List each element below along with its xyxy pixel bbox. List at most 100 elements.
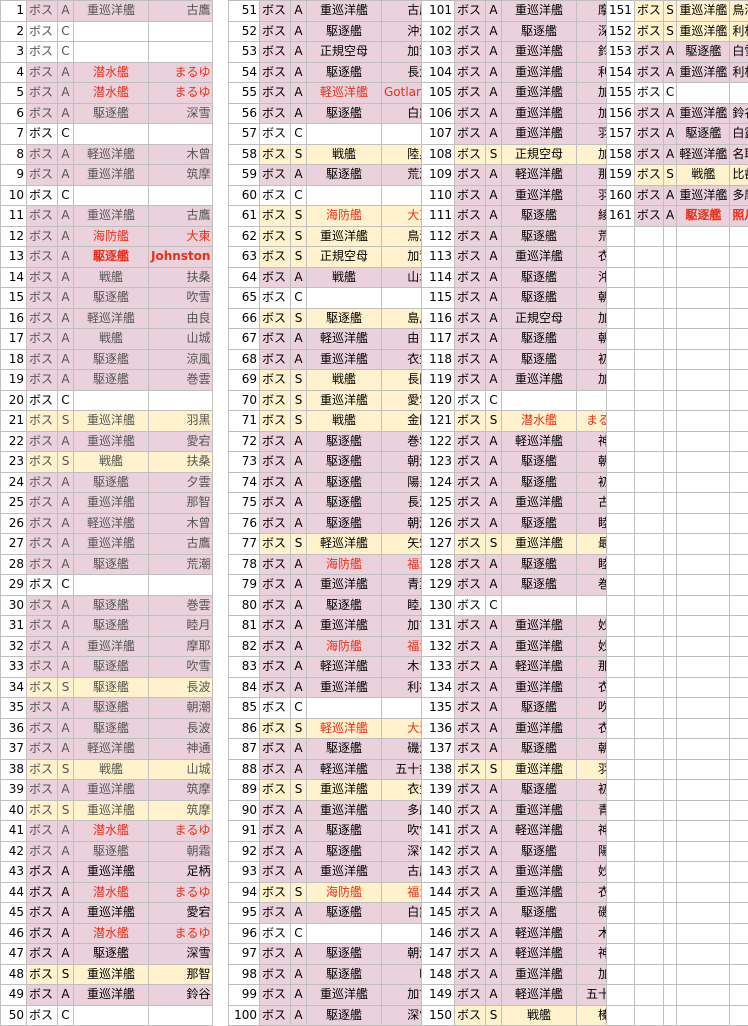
boss-cell: ボス (455, 226, 486, 247)
ship-name-cell (149, 42, 213, 63)
ship-type-cell: 駆逐艦 (74, 657, 149, 678)
rank-cell: A (58, 616, 74, 637)
table-row (607, 370, 748, 391)
empty-cell (677, 411, 730, 432)
boss-cell: ボス (634, 144, 663, 165)
empty-cell (634, 800, 663, 821)
empty-cell (607, 267, 635, 288)
rank-cell: A (58, 595, 74, 616)
empty-cell (634, 349, 663, 370)
boss-cell: ボス (27, 636, 58, 657)
table-row: 139ボスA駆逐艦初春 (422, 780, 625, 801)
table-row: 101ボスA重巡洋艦摩耶 (422, 1, 625, 22)
rank-cell: C (58, 185, 74, 206)
table-row: 57ボスC (229, 124, 434, 145)
boss-cell: ボス (27, 21, 58, 42)
row-number: 46 (1, 923, 27, 944)
boss-cell: ボス (260, 411, 291, 432)
row-number: 156 (607, 103, 635, 124)
boss-cell: ボス (27, 575, 58, 596)
table-row: 150ボスS戦艦榛名 (422, 1005, 625, 1026)
table-row: 12ボスA海防艦大東 (1, 226, 213, 247)
boss-cell: ボス (260, 226, 291, 247)
rank-cell: A (58, 718, 74, 739)
ship-type-cell: 駆逐艦 (307, 308, 382, 329)
rank-cell: A (486, 554, 502, 575)
rank-cell: A (58, 698, 74, 719)
ship-type-cell: 重巡洋艦 (307, 780, 382, 801)
table-row: 50ボスC (1, 1005, 213, 1026)
empty-cell (634, 657, 663, 678)
ship-type-cell: 重巡洋艦 (307, 1, 382, 22)
rank-cell: A (291, 349, 307, 370)
row-number: 35 (1, 698, 27, 719)
table-row: 6ボスA駆逐艦深雪 (1, 103, 213, 124)
row-number: 11 (1, 206, 27, 227)
empty-cell (677, 370, 730, 391)
boss-cell: ボス (455, 308, 486, 329)
rank-cell: S (291, 206, 307, 227)
row-number: 5 (1, 83, 27, 104)
row-number: 150 (422, 1005, 455, 1026)
table-row: 58ボスS戦艦陸奥 (229, 144, 434, 165)
ship-type-cell: 駆逐艦 (502, 349, 577, 370)
empty-cell (730, 226, 748, 247)
ship-type-cell (74, 185, 149, 206)
rank-cell: A (291, 800, 307, 821)
boss-cell: ボス (455, 1005, 486, 1026)
empty-cell (730, 718, 748, 739)
boss-cell: ボス (260, 165, 291, 186)
table-row: 116ボスA正規空母加賀 (422, 308, 625, 329)
row-number: 151 (607, 1, 635, 22)
ship-type-cell: 戦艦 (307, 144, 382, 165)
empty-cell (663, 944, 676, 965)
table-row (607, 575, 748, 596)
empty-cell (607, 677, 635, 698)
ship-type-cell: 重巡洋艦 (502, 964, 577, 985)
table-row (607, 513, 748, 534)
empty-cell (677, 821, 730, 842)
table-row: 141ボスA軽巡洋艦神通 (422, 821, 625, 842)
boss-cell: ボス (27, 1005, 58, 1026)
empty-cell (730, 759, 748, 780)
ship-type-cell: 重巡洋艦 (502, 247, 577, 268)
empty-cell (730, 431, 748, 452)
row-number: 50 (1, 1005, 27, 1026)
boss-cell: ボス (27, 841, 58, 862)
empty-cell (634, 308, 663, 329)
rank-cell: A (58, 821, 74, 842)
boss-cell: ボス (260, 103, 291, 124)
table-row: 26ボスA軽巡洋艦木曾 (1, 513, 213, 534)
ship-type-cell: 重巡洋艦 (74, 411, 149, 432)
ship-type-cell (74, 21, 149, 42)
empty-cell (663, 698, 676, 719)
row-number: 95 (229, 903, 260, 924)
row-number: 67 (229, 329, 260, 350)
spreadsheet: 1ボスA重巡洋艦古鷹2ボスC3ボスC4ボスA潜水艦まるゆ5ボスA潜水艦まるゆ6ボ… (0, 0, 748, 1024)
table-row: 65ボスC (229, 288, 434, 309)
ship-type-cell: 重巡洋艦 (307, 616, 382, 637)
row-number: 137 (422, 739, 455, 760)
rank-cell: A (291, 267, 307, 288)
empty-cell (677, 923, 730, 944)
boss-cell: ボス (27, 595, 58, 616)
row-number: 6 (1, 103, 27, 124)
ship-type-cell: 海防艦 (307, 882, 382, 903)
empty-cell (607, 636, 635, 657)
ship-name-cell: 足柄 (149, 862, 213, 883)
table-row (607, 821, 748, 842)
ship-type-cell: 重巡洋艦 (677, 185, 730, 206)
ship-type-cell: 駆逐艦 (74, 944, 149, 965)
boss-cell: ボス (455, 657, 486, 678)
rank-cell: A (58, 534, 74, 555)
empty-cell (634, 390, 663, 411)
row-number: 69 (229, 370, 260, 391)
empty-cell (634, 718, 663, 739)
table-row: 35ボスA駆逐艦朝潮 (1, 698, 213, 719)
boss-cell: ボス (260, 575, 291, 596)
row-number: 34 (1, 677, 27, 698)
rank-cell: A (291, 657, 307, 678)
empty-cell (677, 1005, 730, 1026)
empty-cell (677, 554, 730, 575)
rank-cell: A (291, 575, 307, 596)
